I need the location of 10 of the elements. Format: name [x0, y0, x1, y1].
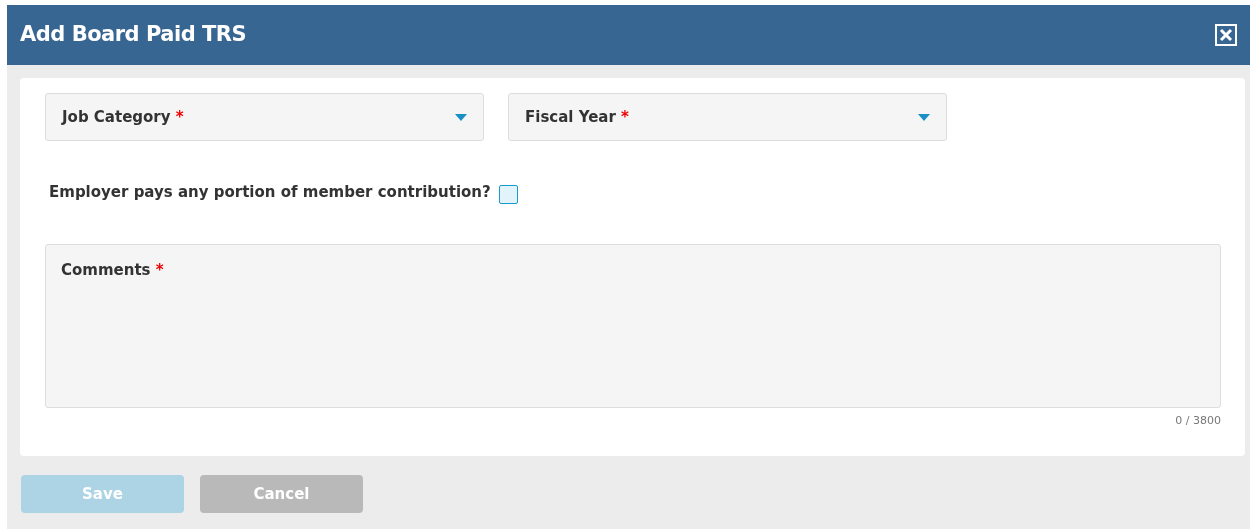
close-icon[interactable]	[1215, 24, 1237, 46]
checkbox-label: Employer pays any portion of member contribution?	[49, 182, 491, 204]
comments-field[interactable]: Comments *	[45, 244, 1221, 408]
caret-icon	[455, 113, 467, 121]
character-counter: 0 / 3800	[1175, 414, 1221, 427]
dropdown[interactable]: Fiscal Year *	[508, 93, 947, 141]
dialog-title: Add Board Paid TRS	[20, 21, 247, 49]
dropdown[interactable]: Job Category *	[45, 93, 484, 141]
checkbox[interactable]	[498, 185, 518, 204]
caret-icon	[918, 113, 930, 121]
